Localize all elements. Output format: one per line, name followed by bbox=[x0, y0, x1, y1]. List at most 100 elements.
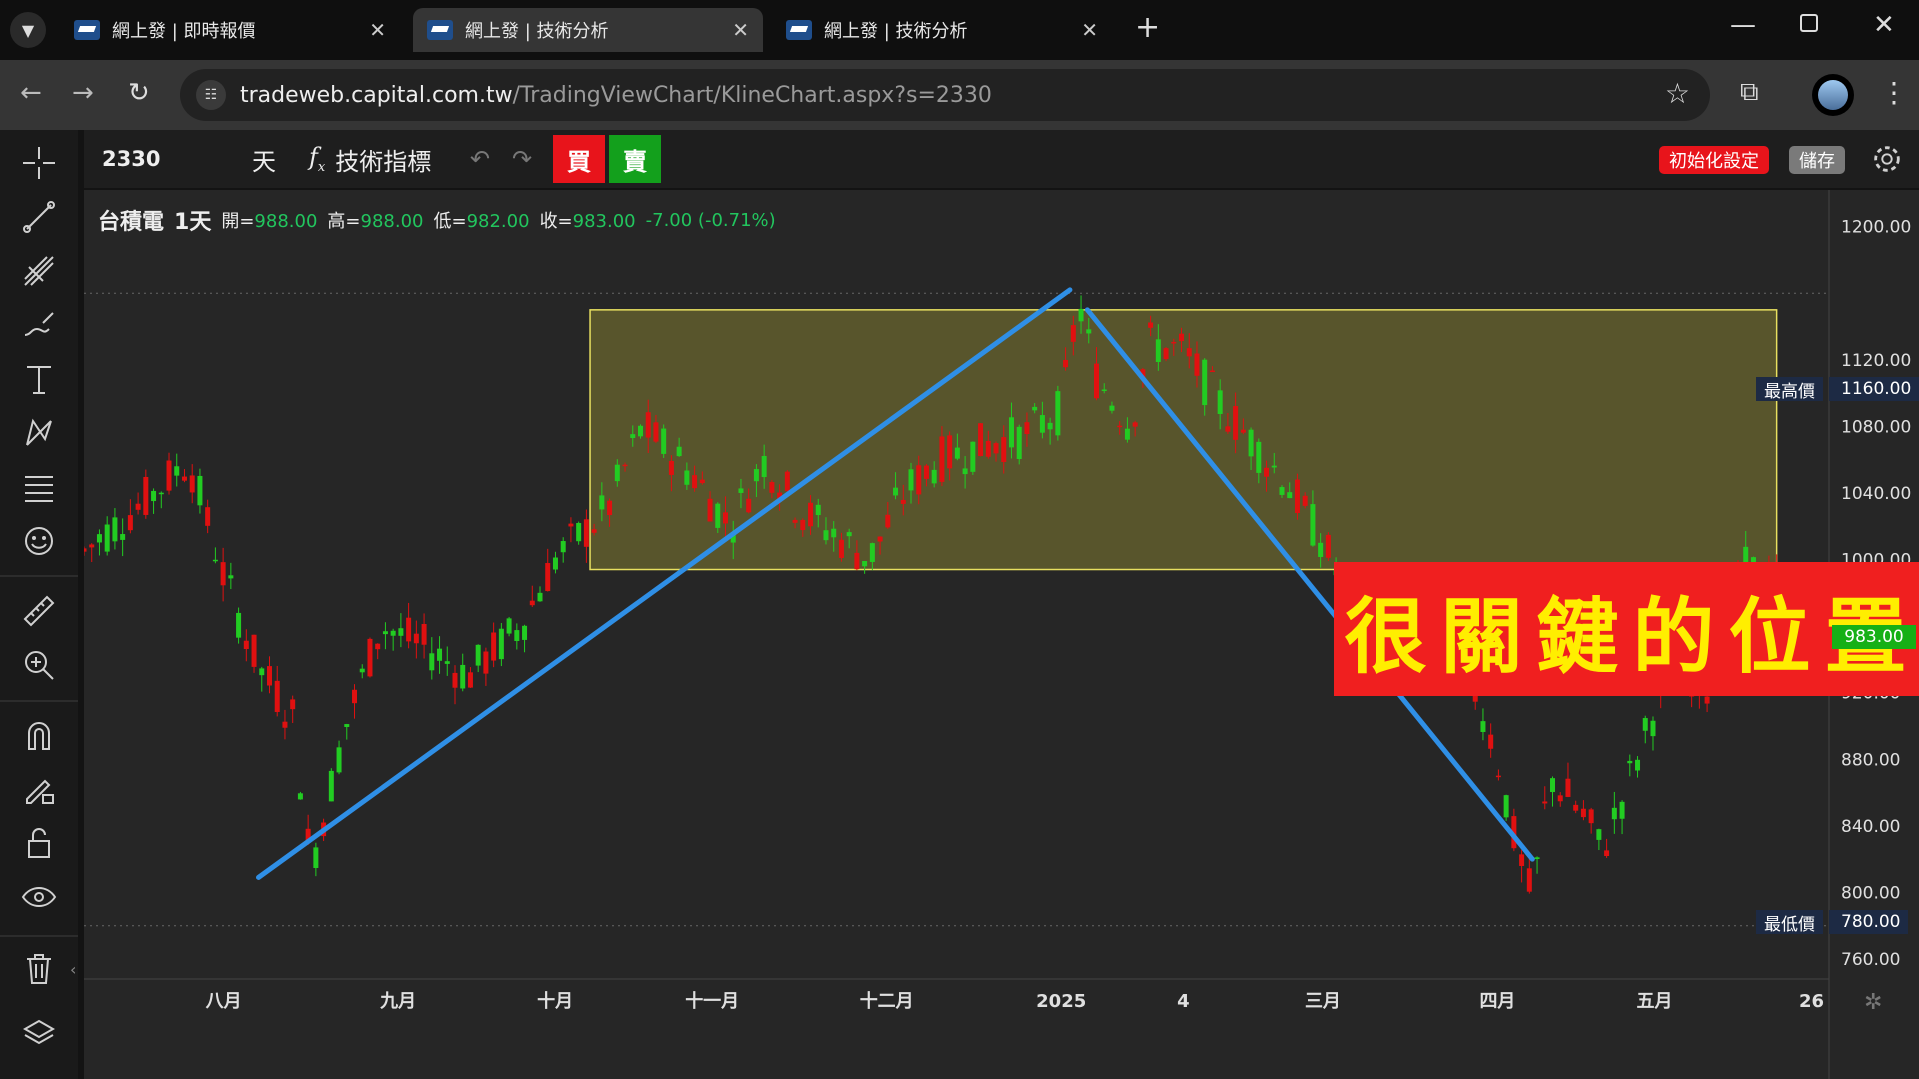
site-info-icon[interactable]: ☷ bbox=[196, 80, 226, 110]
candle-up bbox=[135, 503, 141, 510]
candle-down bbox=[1642, 718, 1648, 731]
candle-up bbox=[1264, 467, 1270, 477]
time-axis-settings-icon[interactable]: ✲ bbox=[1864, 990, 1882, 1015]
x-tick-label: 八月 bbox=[206, 991, 242, 1012]
indicators-button[interactable]: fx 技術指標 bbox=[309, 130, 431, 188]
candle-up bbox=[1225, 426, 1231, 432]
settings-gear-icon[interactable] bbox=[1870, 142, 1904, 176]
candle-up bbox=[947, 435, 953, 469]
interval-button[interactable]: 天 bbox=[252, 130, 276, 188]
new-tab-button[interactable]: + bbox=[1135, 10, 1160, 45]
reset-settings-button[interactable]: 初始化設定 bbox=[1659, 146, 1769, 174]
tab-title: 網上發 | 技術分析 bbox=[465, 21, 609, 42]
x-tick-label: 十二月 bbox=[860, 990, 914, 1012]
close-icon[interactable]: ✕ bbox=[369, 18, 386, 42]
y-tick-label: 1040.00 bbox=[1841, 484, 1911, 504]
symbol-search[interactable]: 2330 bbox=[84, 130, 234, 188]
browser-tab-3[interactable]: 網上發 | 技術分析 ✕ bbox=[772, 8, 1112, 52]
candle-down bbox=[1550, 778, 1556, 793]
close-window-button[interactable]: ✕ bbox=[1873, 10, 1895, 40]
candle-up bbox=[877, 536, 883, 542]
candle-down bbox=[661, 428, 667, 454]
profile-avatar[interactable] bbox=[1812, 74, 1854, 116]
last-price-tag: 983.00 bbox=[1832, 625, 1916, 649]
unlock-icon[interactable] bbox=[18, 822, 60, 864]
candle-up bbox=[653, 422, 659, 442]
candle-down bbox=[506, 618, 512, 634]
candle-up bbox=[545, 563, 551, 592]
time-axis: 八月 九月 十月 十一月 十二月 2025 4 三月 四月 五月 26 bbox=[206, 990, 1824, 1012]
undo-icon[interactable]: ↶ bbox=[470, 130, 490, 188]
brush-icon[interactable] bbox=[18, 304, 60, 346]
candle-down bbox=[297, 793, 303, 800]
collapse-toolbar-icon[interactable]: ‹ bbox=[70, 960, 76, 979]
candle-down bbox=[676, 446, 682, 457]
candle-down bbox=[1256, 441, 1262, 473]
back-arrow-icon[interactable]: ← bbox=[20, 78, 42, 108]
candle-down bbox=[1032, 406, 1038, 411]
x-tick-label: 三月 bbox=[1305, 991, 1341, 1012]
bookmark-star-icon[interactable]: ☆ bbox=[1665, 77, 1690, 110]
candle-up bbox=[84, 548, 87, 552]
candle-up bbox=[1565, 778, 1571, 797]
candle-down bbox=[637, 425, 643, 437]
candle-up bbox=[800, 519, 806, 531]
candle-up bbox=[808, 502, 814, 527]
candle-up bbox=[1588, 809, 1594, 824]
forward-arrow-icon[interactable]: → bbox=[72, 78, 94, 108]
extensions-icon[interactable]: ⧉ bbox=[1740, 77, 1759, 108]
candle-down bbox=[931, 469, 937, 484]
candle-up bbox=[467, 672, 473, 688]
redo-icon[interactable]: ↷ bbox=[512, 130, 532, 188]
save-button[interactable]: 儲存 bbox=[1789, 146, 1845, 174]
restore-button[interactable] bbox=[1800, 14, 1818, 32]
pitchfork-icon[interactable] bbox=[18, 250, 60, 292]
reload-icon[interactable]: ↻ bbox=[128, 78, 150, 108]
tab-list-dropdown[interactable]: ▼ bbox=[10, 12, 46, 48]
trash-icon[interactable] bbox=[18, 948, 60, 990]
x-tick-label: 十月 bbox=[537, 990, 573, 1012]
magnet-icon[interactable] bbox=[18, 714, 60, 756]
pattern-icon[interactable] bbox=[18, 412, 60, 454]
ruler-icon[interactable] bbox=[18, 590, 60, 632]
candle-up bbox=[900, 499, 906, 504]
text-tool-icon[interactable] bbox=[18, 358, 60, 400]
y-tick-label: 760.00 bbox=[1841, 950, 1900, 970]
change-value: -7.00 (-0.71%) bbox=[645, 209, 776, 231]
close-icon[interactable]: ✕ bbox=[732, 18, 749, 42]
x-tick-label: 四月 bbox=[1479, 991, 1515, 1012]
browser-menu-icon[interactable]: ⋮ bbox=[1880, 76, 1908, 109]
url-field[interactable]: ☷ tradeweb.capital.com.tw/TradingViewCha… bbox=[180, 69, 1710, 121]
fib-retracement-icon[interactable] bbox=[18, 466, 60, 508]
minimize-button[interactable]: — bbox=[1730, 10, 1756, 40]
candle-down bbox=[1217, 390, 1223, 414]
candle-up bbox=[746, 498, 752, 513]
zoom-in-icon[interactable] bbox=[18, 644, 60, 686]
candle-down bbox=[1078, 308, 1084, 322]
sell-button[interactable]: 賣 bbox=[609, 135, 661, 183]
candle-up bbox=[1063, 359, 1069, 368]
buy-button[interactable]: 買 bbox=[553, 135, 605, 183]
browser-tab-1[interactable]: 網上發 | 即時報價 ✕ bbox=[60, 8, 400, 52]
function-icon: fx bbox=[309, 143, 326, 175]
address-bar-row: ← → ↻ ☷ tradeweb.capital.com.tw/TradingV… bbox=[0, 60, 1919, 130]
chart-pane[interactable]: 1200.001120.001080.001040.001000.00960.0… bbox=[84, 190, 1919, 1079]
emoji-icon[interactable] bbox=[18, 520, 60, 562]
browser-tab-2[interactable]: 網上發 | 技術分析 ✕ bbox=[413, 8, 763, 52]
indicators-label: 技術指標 bbox=[335, 147, 432, 176]
close-icon[interactable]: ✕ bbox=[1081, 18, 1098, 42]
candle-down bbox=[1650, 720, 1656, 737]
lock-drawing-icon[interactable] bbox=[18, 768, 60, 810]
candle-down bbox=[1155, 339, 1161, 362]
candle-down bbox=[614, 464, 620, 482]
toolbar-divider bbox=[0, 935, 78, 937]
layers-icon[interactable] bbox=[18, 1012, 60, 1054]
crosshair-icon[interactable] bbox=[18, 142, 60, 184]
eye-icon[interactable] bbox=[18, 876, 60, 918]
candle-up bbox=[290, 699, 296, 710]
x-tick-label: 2025 bbox=[1036, 991, 1086, 1012]
candle-up bbox=[1495, 775, 1501, 778]
candle-up bbox=[978, 423, 984, 457]
candle-down bbox=[344, 724, 350, 728]
trend-line-icon[interactable] bbox=[18, 196, 60, 238]
